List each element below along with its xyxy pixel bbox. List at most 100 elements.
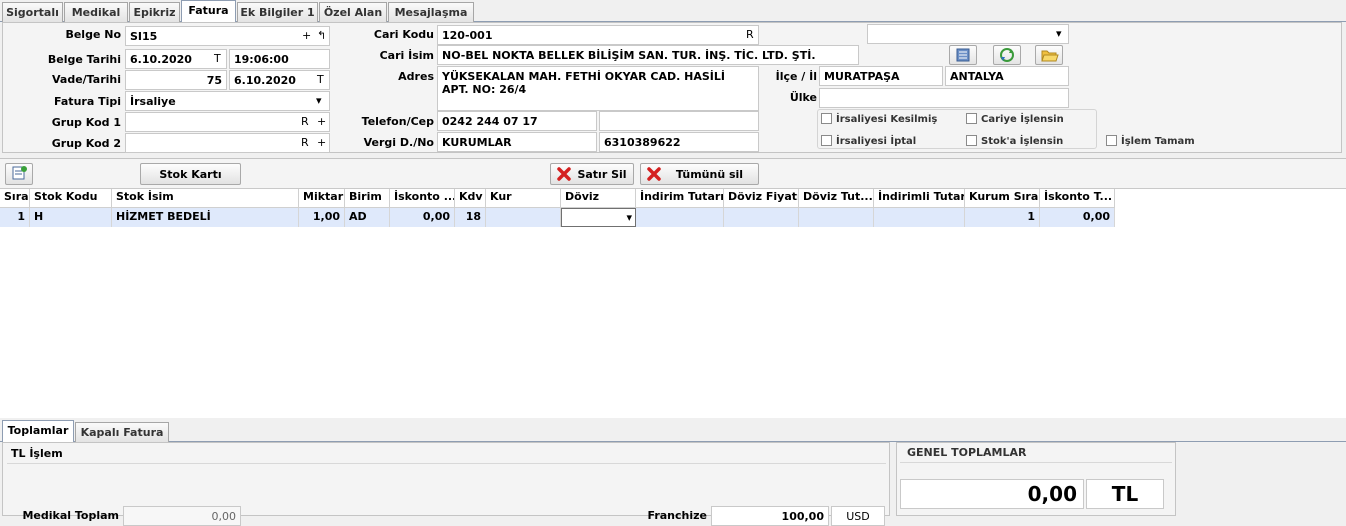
grup-kod-1-field[interactable]: R + [125, 112, 330, 132]
doviz-cell-select[interactable]: ▾ [561, 208, 636, 227]
tumunu-sil-button[interactable]: Tümünü sil [640, 163, 759, 185]
column-header[interactable]: Birim [345, 189, 390, 208]
telefon-field[interactable]: 0242 244 07 17 [437, 111, 597, 131]
vade-gun-field[interactable]: 75 [125, 70, 227, 90]
open-folder-button[interactable] [1035, 45, 1063, 65]
irsaliyesi-kesilmis-checkbox[interactable]: İrsaliyesi Kesilmiş [821, 113, 937, 125]
belge-no-label: Belge No [65, 28, 121, 41]
reset-button[interactable]: R [746, 28, 754, 41]
cari-kodu-field[interactable]: 120-001 R [437, 25, 759, 45]
vergi-no-field[interactable]: 6310389622 [599, 132, 759, 152]
add-row-icon [12, 166, 27, 180]
plus-icon[interactable]: + [317, 115, 326, 128]
ilce-field[interactable]: MURATPAŞA [819, 66, 943, 86]
today-button[interactable]: T [317, 73, 324, 86]
vade-tarih-field[interactable]: 6.10.2020 T [229, 70, 330, 90]
reset-button[interactable]: R [301, 136, 309, 149]
table-cell[interactable]: 1,00 [299, 208, 345, 227]
tab-sigortali[interactable]: Sigortalı [2, 2, 63, 22]
belge-tarihi-label: Belge Tarihi [47, 53, 121, 66]
islem-tamam-checkbox[interactable]: İşlem Tamam [1106, 135, 1195, 147]
cari-isim-field[interactable]: NO-BEL NOKTA BELLEK BİLİŞİM SAN. TUR. İN… [437, 45, 859, 65]
table-cell[interactable] [799, 208, 874, 227]
satir-sil-label: Satır Sil [577, 168, 627, 181]
cep-field[interactable] [599, 111, 759, 131]
list-button[interactable] [949, 45, 977, 65]
table-cell[interactable]: 18 [455, 208, 486, 227]
tab-mesajlasma[interactable]: Mesajlaşma [388, 2, 474, 22]
column-header[interactable]: İndirimli Tutar [874, 189, 965, 208]
divider [7, 463, 886, 464]
stok-karti-button[interactable]: Stok Kartı [140, 163, 241, 185]
medikal-toplam-field[interactable]: 0,00 [123, 506, 241, 526]
adres-field[interactable]: YÜKSEKALAN MAH. FETHİ OKYAR CAD. HASİLİ … [437, 66, 759, 111]
genel-toplam-currency: TL [1086, 479, 1164, 509]
grup-kod-2-field[interactable]: R + [125, 133, 330, 153]
column-header[interactable]: Stok Kodu [30, 189, 112, 208]
table-cell[interactable]: HİZMET BEDELİ [112, 208, 299, 227]
belge-saat-field[interactable]: 19:06:00 [229, 49, 330, 69]
column-header[interactable]: Stok İsim [112, 189, 299, 208]
tab-toplamlar[interactable]: Toplamlar [2, 420, 74, 443]
add-row-button[interactable] [5, 163, 33, 185]
table-cell[interactable] [486, 208, 561, 227]
ulke-field[interactable] [819, 88, 1069, 108]
table-cell[interactable]: AD [345, 208, 390, 227]
undo-icon[interactable]: ↰ [317, 29, 326, 42]
column-header[interactable]: Döviz [561, 189, 636, 208]
reset-button[interactable]: R [301, 115, 309, 128]
refresh-icon [1000, 48, 1014, 62]
chevron-down-icon[interactable]: ▾ [316, 94, 322, 107]
chevron-down-icon[interactable]: ▾ [626, 211, 632, 224]
table-cell[interactable] [874, 208, 965, 227]
column-header[interactable]: Döviz Tut... [799, 189, 874, 208]
grup-kod-2-label: Grup Kod 2 [51, 137, 121, 150]
column-header[interactable]: İskonto T... [1040, 189, 1115, 208]
table-cell[interactable]: 1 [965, 208, 1040, 227]
tumunu-sil-label: Tümünü sil [675, 168, 744, 181]
tab-ek-bilgiler-1[interactable]: Ek Bilgiler 1 [237, 2, 318, 22]
tab-kapali-fatura[interactable]: Kapalı Fatura [75, 422, 169, 442]
plus-icon[interactable]: + [317, 136, 326, 149]
table-cell[interactable]: 0,00 [1040, 208, 1115, 227]
tab-fatura[interactable]: Fatura [181, 0, 236, 23]
table-cell[interactable]: 1 [0, 208, 30, 227]
il-field[interactable]: ANTALYA [945, 66, 1069, 86]
column-header[interactable]: İskonto ... [390, 189, 455, 208]
today-button[interactable]: T [214, 52, 221, 65]
genel-toplamlar-title: GENEL TOPLAMLAR [907, 446, 1027, 459]
franchize-currency[interactable]: USD [831, 506, 885, 526]
telefon-label: Telefon/Cep [361, 115, 434, 128]
column-header[interactable]: Kur [486, 189, 561, 208]
column-header[interactable]: Kurum Sıra [965, 189, 1040, 208]
tab-epikriz[interactable]: Epikriz [129, 2, 180, 22]
column-header[interactable]: Miktar [299, 189, 345, 208]
tab-medikal[interactable]: Medikal [64, 2, 128, 22]
belge-tarihi-field[interactable]: 6.10.2020 T [125, 49, 227, 69]
table-cell[interactable]: H [30, 208, 112, 227]
cari-kodu-label: Cari Kodu [373, 28, 434, 41]
column-header[interactable]: Sıra [0, 189, 30, 208]
table-cell[interactable]: 0,00 [390, 208, 455, 227]
column-header[interactable]: Kdv [455, 189, 486, 208]
invoice-lines-grid[interactable]: Sıra Stok Kodu Stok İsim Miktar Birim İs… [0, 188, 1346, 418]
chevron-down-icon[interactable]: ▾ [1056, 27, 1062, 40]
belge-no-field[interactable]: SI15 + ↰ [125, 26, 330, 46]
satir-sil-button[interactable]: Satır Sil [550, 163, 634, 185]
table-cell[interactable] [724, 208, 799, 227]
genel-toplamlar-panel: GENEL TOPLAMLAR 0,00 TL [896, 442, 1176, 516]
extra-select[interactable]: ▾ [867, 24, 1069, 44]
tab-ozel-alan[interactable]: Özel Alan [319, 2, 387, 22]
irsaliyesi-iptal-checkbox[interactable]: İrsaliyesi İptal [821, 135, 916, 147]
vergi-daire-field[interactable]: KURUMLAR [437, 132, 597, 152]
vade-label: Vade/Tarihi [52, 73, 121, 86]
franchize-field[interactable]: 100,00 [711, 506, 829, 526]
stoka-islensin-checkbox[interactable]: Stok'a İşlensin [966, 135, 1063, 147]
fatura-tipi-select[interactable]: İrsaliye ▾ [125, 91, 330, 111]
refresh-button[interactable] [993, 45, 1021, 65]
plus-icon[interactable]: + [302, 29, 311, 42]
table-cell[interactable] [636, 208, 724, 227]
column-header[interactable]: İndirim Tutarı [636, 189, 724, 208]
column-header[interactable]: Döviz Fiyatı [724, 189, 799, 208]
cariye-islensin-checkbox[interactable]: Cariye İşlensin [966, 113, 1064, 125]
